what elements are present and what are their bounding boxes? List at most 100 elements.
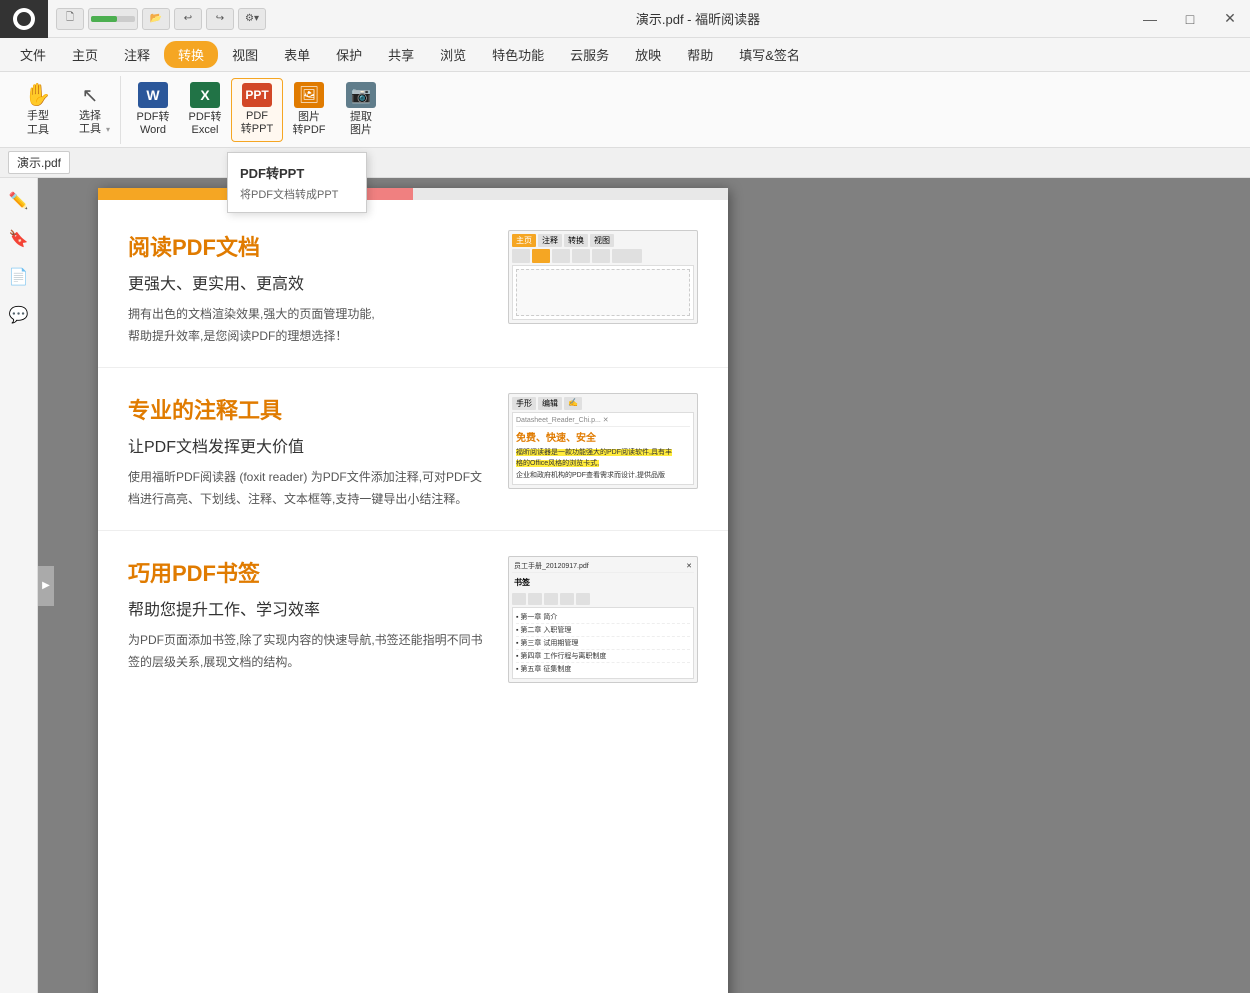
pdf-bookmark-title: 巧用PDF书签 (128, 556, 488, 588)
pdf-read-subtitle: 更强大、更实用、更高效 (128, 270, 488, 294)
menu-fillsign[interactable]: 填写&签名 (727, 41, 812, 68)
customize-btn[interactable]: ⚙▾ (238, 8, 266, 30)
bookmark-item-1: ▪ 第一章 简介 (516, 611, 690, 624)
menu-file[interactable]: 文件 (8, 41, 58, 68)
tool-group-basic: ✋ 手型工具 ↖ 选择工具 ▾ (8, 76, 121, 144)
main-area: ✏️ 🔖 📄 💬 ▶ 阅读PDF文档 更强大、更实用、更高效 拥有出色的文档渲染… (0, 178, 1250, 993)
pdf-section-annotate: 专业的注释工具 让PDF文档发挥更大价值 使用福昕PDF阅读器 (foxit r… (98, 368, 728, 531)
bookmark-item-5: ▪ 第五章 征集制度 (516, 663, 690, 675)
menu-bar: 文件 主页 注释 转换 视图 表单 保护 共享 浏览 特色功能 云服务 放映 帮… (0, 38, 1250, 72)
extract-label: 提取图片 (350, 111, 372, 137)
minimize-btn[interactable]: — (1130, 0, 1170, 38)
toolbar: ✋ 手型工具 ↖ 选择工具 ▾ W PDF转Word X PDF转Excel P… (0, 72, 1250, 148)
collapse-panel-btn[interactable]: ▶ (38, 566, 54, 606)
sidebar-bookmark-icon[interactable]: 🔖 (4, 224, 34, 254)
menu-help[interactable]: 帮助 (675, 41, 725, 68)
pdf-section-annotate-preview: 手形 编辑 ✍ Datasheet_Reader_Chi.p... ✕ 免费、快… (508, 393, 698, 489)
sidebar-pages-icon[interactable]: 📄 (4, 262, 34, 292)
pdf-section-read-preview: 主页 注释 转换 视图 (508, 230, 698, 324)
pdf-to-ppt-btn[interactable]: PPT PDF转PPT (231, 78, 283, 142)
pdf-word-icon: W (138, 82, 168, 109)
select-tool-btn[interactable]: ↖ 选择工具 ▾ (64, 78, 116, 142)
pdf-read-title: 阅读PDF文档 (128, 230, 488, 262)
logo-circle (13, 8, 35, 30)
read-mini-window: 主页 注释 转换 视图 (508, 230, 698, 324)
open-btn[interactable]: 📂 (142, 8, 170, 30)
pdf-to-word-btn[interactable]: W PDF转Word (127, 78, 179, 142)
select-tool-label: 选择工具 (79, 110, 101, 136)
sidebar-comment-icon[interactable]: 💬 (4, 300, 34, 330)
new-btn[interactable]: 🗋 (56, 8, 84, 30)
annotate-free-label: 免费、快速、安全 (516, 429, 690, 444)
pdf-bookmark-subtitle: 帮助您提升工作、学习效率 (128, 596, 488, 620)
img-pdf-icon: 🖼 (294, 82, 324, 109)
annotate-mini-window: 手形 编辑 ✍ Datasheet_Reader_Chi.p... ✕ 免费、快… (508, 393, 698, 489)
highlight-span: 福昕阅读器是一款功能强大的PDF阅读软件,具有丰 (516, 449, 672, 456)
menu-forms[interactable]: 表单 (272, 41, 322, 68)
menu-protect[interactable]: 保护 (324, 41, 374, 68)
extract-img-btn[interactable]: 📷 提取图片 (335, 78, 387, 142)
mini-window-tabs: 主页 注释 转换 视图 (512, 234, 694, 247)
pdf-excel-icon: X (190, 82, 220, 109)
annotate-mini-tabs: 手形 编辑 ✍ (512, 397, 694, 410)
hand-tool-label: 手型工具 (27, 110, 49, 136)
menu-share[interactable]: 共享 (376, 41, 426, 68)
bookmark-item-3: ▪ 第三章 试用期管理 (516, 637, 690, 650)
mini-toolbar (512, 249, 694, 263)
tool-group-convert: W PDF转Word X PDF转Excel PPT PDF转PPT 🖼 图片转… (123, 76, 391, 144)
window-controls: — □ ✕ (1130, 0, 1250, 38)
hand-icon: ✋ (24, 82, 51, 108)
color-light (413, 188, 728, 200)
pdf-read-body: 拥有出色的文档渲染效果,强大的页面管理功能,帮助提升效率,是您阅读PDF的理想选… (128, 304, 488, 347)
bookmark-section-title: 书签 (512, 575, 694, 590)
left-sidebar: ✏️ 🔖 📄 💬 (0, 178, 38, 993)
pdf-section-bookmark-preview: 员工手册_20120917.pdf✕ 书签 ▪ 第一章 简介 ▪ (508, 556, 698, 683)
pdf-color-bar (98, 188, 728, 200)
tooltip-desc: 将PDF文档转成PPT (228, 184, 366, 208)
menu-home[interactable]: 主页 (60, 41, 110, 68)
pdf-annotate-subtitle: 让PDF文档发挥更大价值 (128, 433, 488, 457)
mini-doc-area (512, 265, 694, 320)
bookmark-item-2: ▪ 第二章 入职管理 (516, 624, 690, 637)
ppt-tooltip: PDF转PPT 将PDF文档转成PPT (227, 152, 367, 213)
tooltip-title: PDF转PPT (228, 157, 366, 184)
pdf-excel-label: PDF转Excel (189, 111, 222, 137)
pdf-section-read: 阅读PDF文档 更强大、更实用、更高效 拥有出色的文档渲染效果,强大的页面管理功… (98, 200, 728, 368)
title-bar-controls: 🗋 📂 ↩ ↪ ⚙▾ (56, 8, 266, 30)
pdf-bookmark-body: 为PDF页面添加书签,除了实现内容的快速导航,书签还能指明不同书签的层级关系,展… (128, 630, 488, 673)
pdf-section-read-text: 阅读PDF文档 更强大、更实用、更高效 拥有出色的文档渲染效果,强大的页面管理功… (128, 230, 488, 347)
pdf-section-bookmark-text: 巧用PDF书签 帮助您提升工作、学习效率 为PDF页面添加书签,除了实现内容的快… (128, 556, 488, 673)
annotate-doc-content: Datasheet_Reader_Chi.p... ✕ 免费、快速、安全 福昕阅… (512, 412, 694, 485)
pdf-section-annotate-text: 专业的注释工具 让PDF文档发挥更大价值 使用福昕PDF阅读器 (foxit r… (128, 393, 488, 510)
pdf-annotate-body: 使用福昕PDF阅读器 (foxit reader) 为PDF文件添加注释,可对P… (128, 467, 488, 510)
path-bar: 演示.pdf (0, 148, 1250, 178)
menu-slideshow[interactable]: 放映 (623, 41, 673, 68)
bookmark-list: ▪ 第一章 简介 ▪ 第二章 入职管理 ▪ 第三章 试用期管理 ▪ 第四章 工作… (512, 607, 694, 679)
img-pdf-label: 图片转PDF (293, 111, 326, 137)
pdf-to-excel-btn[interactable]: X PDF转Excel (179, 78, 231, 142)
menu-browse[interactable]: 浏览 (428, 41, 478, 68)
window-title: 演示.pdf - 福昕阅读器 (266, 9, 1130, 28)
menu-annotate[interactable]: 注释 (112, 41, 162, 68)
progress-bar (88, 8, 138, 30)
menu-convert[interactable]: 转换 (164, 41, 218, 68)
document-area: ▶ 阅读PDF文档 更强大、更实用、更高效 拥有出色的文档渲染效果,强大的页面管… (38, 178, 1250, 993)
bookmark-mini-window: 员工手册_20120917.pdf✕ 书签 ▪ 第一章 简介 ▪ (508, 556, 698, 683)
bookmark-item-4: ▪ 第四章 工作行程与离职制度 (516, 650, 690, 663)
hand-tool-btn[interactable]: ✋ 手型工具 (12, 78, 64, 142)
highlight-span2: 格的Office风格的浏览卡式, (516, 460, 599, 467)
menu-features[interactable]: 特色功能 (480, 41, 556, 68)
menu-cloud[interactable]: 云服务 (558, 41, 621, 68)
maximize-btn[interactable]: □ (1170, 0, 1210, 38)
menu-view[interactable]: 视图 (220, 41, 270, 68)
logo-inner (17, 12, 31, 26)
pdf-ppt-icon: PPT (242, 83, 272, 108)
undo-btn[interactable]: ↩ (174, 8, 202, 30)
pdf-word-label: PDF转Word (137, 111, 170, 137)
close-btn[interactable]: ✕ (1210, 0, 1250, 38)
sidebar-edit-icon[interactable]: ✏️ (4, 186, 34, 216)
pdf-page: 阅读PDF文档 更强大、更实用、更高效 拥有出色的文档渲染效果,强大的页面管理功… (98, 188, 728, 993)
img-to-pdf-btn[interactable]: 🖼 图片转PDF (283, 78, 335, 142)
redo-btn[interactable]: ↪ (206, 8, 234, 30)
app-logo (0, 0, 48, 38)
